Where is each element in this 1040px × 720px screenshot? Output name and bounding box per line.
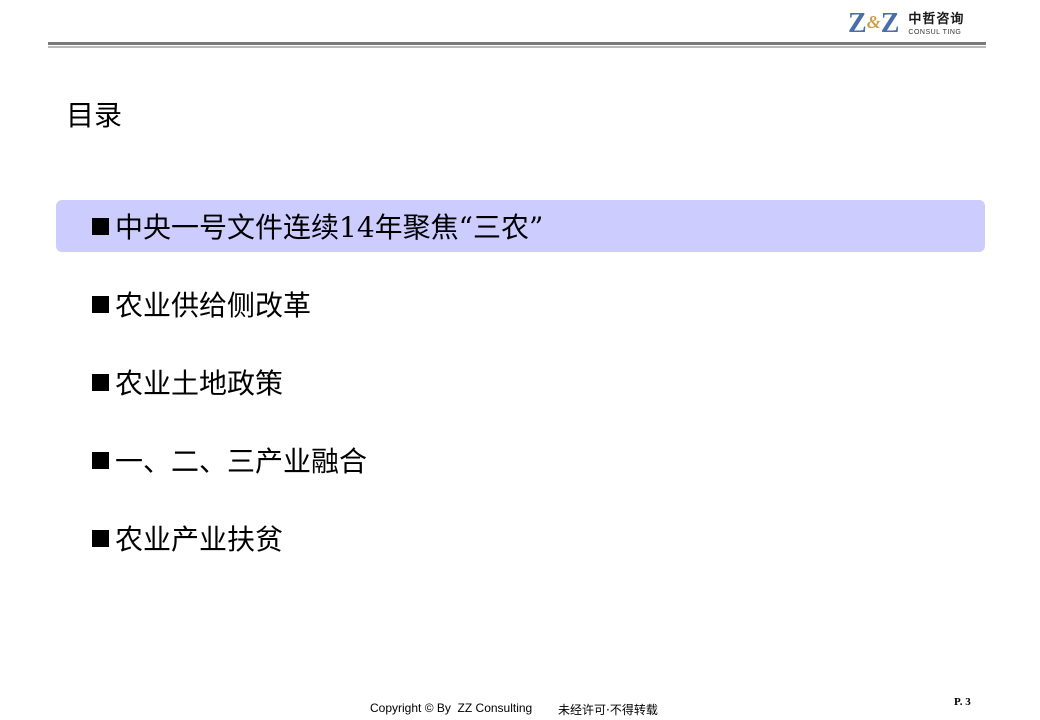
- header-divider: [48, 42, 986, 45]
- toc-item-label: 一、二、三产业融合: [115, 445, 368, 478]
- logo-mark: Z&Z: [848, 8, 899, 39]
- square-bullet-icon: [92, 373, 109, 391]
- toc-item-label: 中央一号文件连续14年聚焦“三农”: [115, 211, 544, 244]
- toc-item-label: 农业供给侧改革: [115, 289, 312, 322]
- toc-item-3[interactable]: 农业土地政策: [56, 356, 985, 408]
- header-divider-secondary: [48, 46, 986, 48]
- slide-title: 目录: [66, 99, 123, 132]
- toc-item-label: 农业土地政策: [115, 367, 284, 400]
- toc-item-5[interactable]: 农业产业扶贫: [56, 512, 985, 564]
- toc-item-label: 农业产业扶贫: [115, 523, 284, 556]
- square-bullet-icon: [92, 451, 109, 469]
- table-of-contents: 中央一号文件连续14年聚焦“三农” 农业供给侧改革 农业土地政策 一、二、三产业…: [56, 200, 985, 590]
- toc-item-2[interactable]: 农业供给侧改革: [56, 278, 985, 330]
- logo-text: 中哲咨询 CONSUL TING: [908, 13, 964, 36]
- company-logo: Z&Z 中哲咨询 CONSUL TING: [848, 8, 964, 40]
- page-number: P. 3: [954, 696, 971, 708]
- footer-copyright: Copyright © By ZZ Consulting: [370, 701, 533, 715]
- square-bullet-icon: [92, 529, 109, 547]
- toc-item-1[interactable]: 中央一号文件连续14年聚焦“三农”: [56, 200, 985, 252]
- footer-notice: 未经许可·不得转载: [558, 703, 658, 717]
- square-bullet-icon: [92, 295, 109, 313]
- square-bullet-icon: [92, 217, 109, 235]
- logo-name-en: CONSUL TING: [908, 28, 962, 36]
- logo-name-cn: 中哲咨询: [908, 11, 965, 27]
- toc-item-4[interactable]: 一、二、三产业融合: [56, 434, 985, 486]
